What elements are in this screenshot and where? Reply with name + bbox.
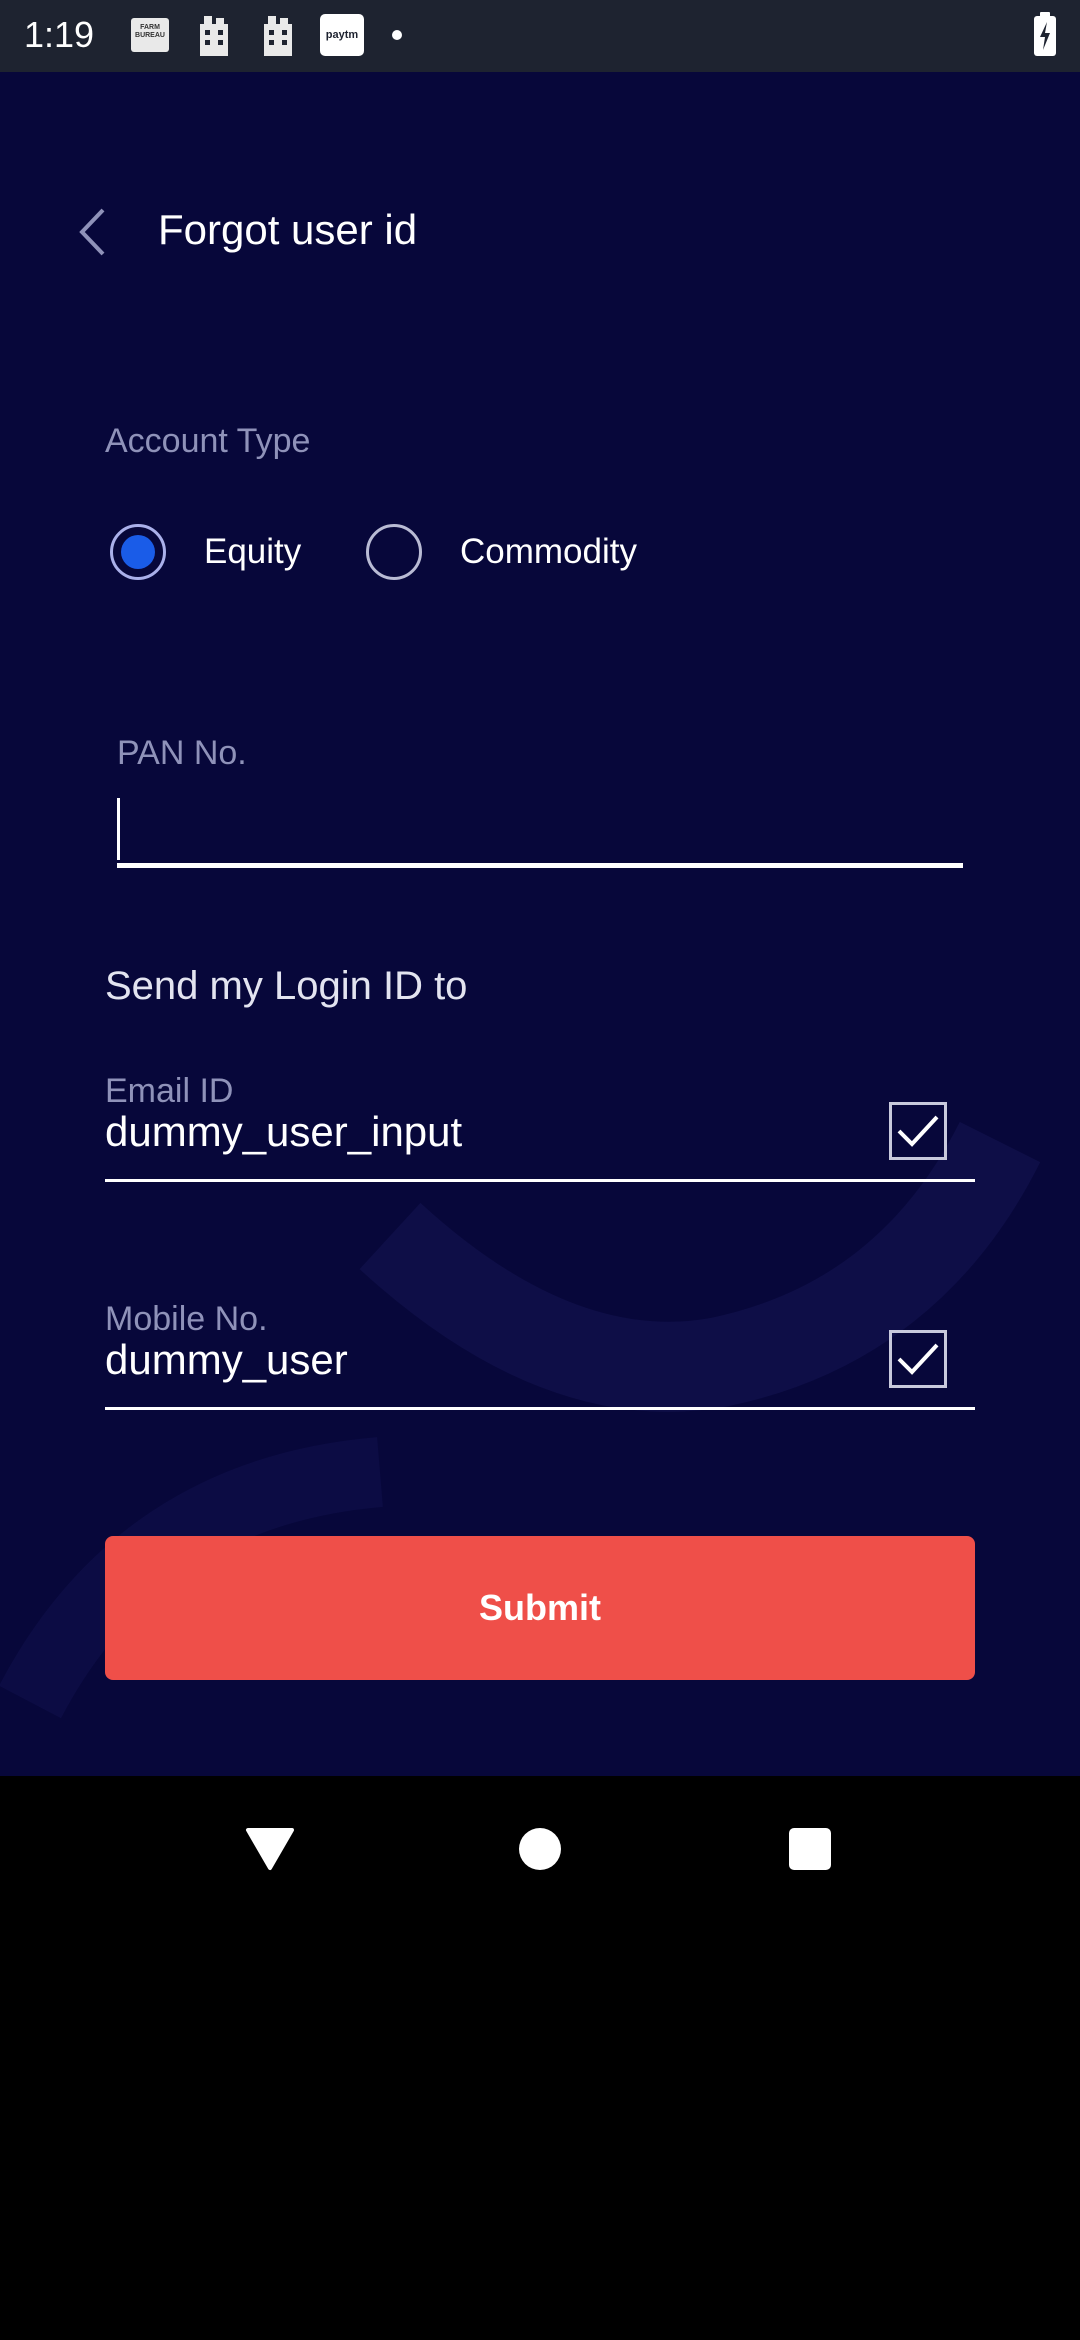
building-icon [192, 14, 236, 56]
radio-commodity-label: Commodity [460, 532, 637, 571]
nav-back-button[interactable] [240, 1822, 300, 1876]
navigation-bar [0, 1776, 1080, 1916]
forgot-user-id-screen: Forgot user id Account Type Equity Commo… [0, 72, 1080, 1776]
battery-charging-icon [1034, 12, 1056, 56]
building-icon [256, 14, 300, 56]
checkmark-icon [897, 1343, 939, 1375]
account-type-label: Account Type [105, 422, 311, 460]
email-field[interactable]: Email ID dummy_user_input [105, 1072, 975, 1182]
mobile-checkbox[interactable] [889, 1330, 947, 1388]
pan-label: PAN No. [117, 734, 247, 772]
email-value[interactable]: dummy_user_input [105, 1108, 462, 1156]
email-label: Email ID [105, 1072, 234, 1110]
status-time: 1:19 [24, 14, 95, 55]
checkmark-icon [897, 1115, 939, 1147]
back-chevron-icon [79, 208, 105, 256]
mobile-label: Mobile No. [105, 1300, 268, 1338]
status-bar: 1:19 FARM BUREAU paytm [0, 0, 1080, 72]
notification-icons: FARM BUREAU paytm [128, 14, 402, 56]
mobile-value[interactable]: dummy_user [105, 1336, 348, 1384]
send-login-id-label: Send my Login ID to [105, 964, 468, 1008]
submit-button[interactable]: Submit [105, 1536, 975, 1680]
text-cursor [117, 798, 120, 860]
nav-recents-button[interactable] [780, 1822, 840, 1876]
radio-equity[interactable]: Equity [110, 512, 301, 592]
background-decoration [0, 1121, 1041, 1719]
home-circle-icon [519, 1828, 561, 1870]
page-title: Forgot user id [158, 206, 418, 253]
back-button[interactable] [62, 202, 122, 262]
email-checkbox[interactable] [889, 1102, 947, 1160]
app-header: Forgot user id [0, 172, 1080, 292]
nav-home-button[interactable] [510, 1822, 570, 1876]
radio-button-checked[interactable] [110, 524, 166, 580]
back-triangle-icon [246, 1828, 294, 1870]
paytm-icon: paytm [320, 14, 364, 56]
radio-commodity[interactable]: Commodity [366, 512, 637, 592]
radio-button-unchecked[interactable] [366, 524, 422, 580]
recents-square-icon [789, 1828, 831, 1870]
radio-equity-label: Equity [204, 532, 302, 571]
mobile-field[interactable]: Mobile No. dummy_user [105, 1300, 975, 1410]
account-type-radio-group: Equity Commodity [110, 512, 810, 592]
dot-icon [392, 30, 402, 40]
farm-bureau-icon: FARM BUREAU [128, 14, 172, 56]
pan-input[interactable] [117, 792, 963, 868]
